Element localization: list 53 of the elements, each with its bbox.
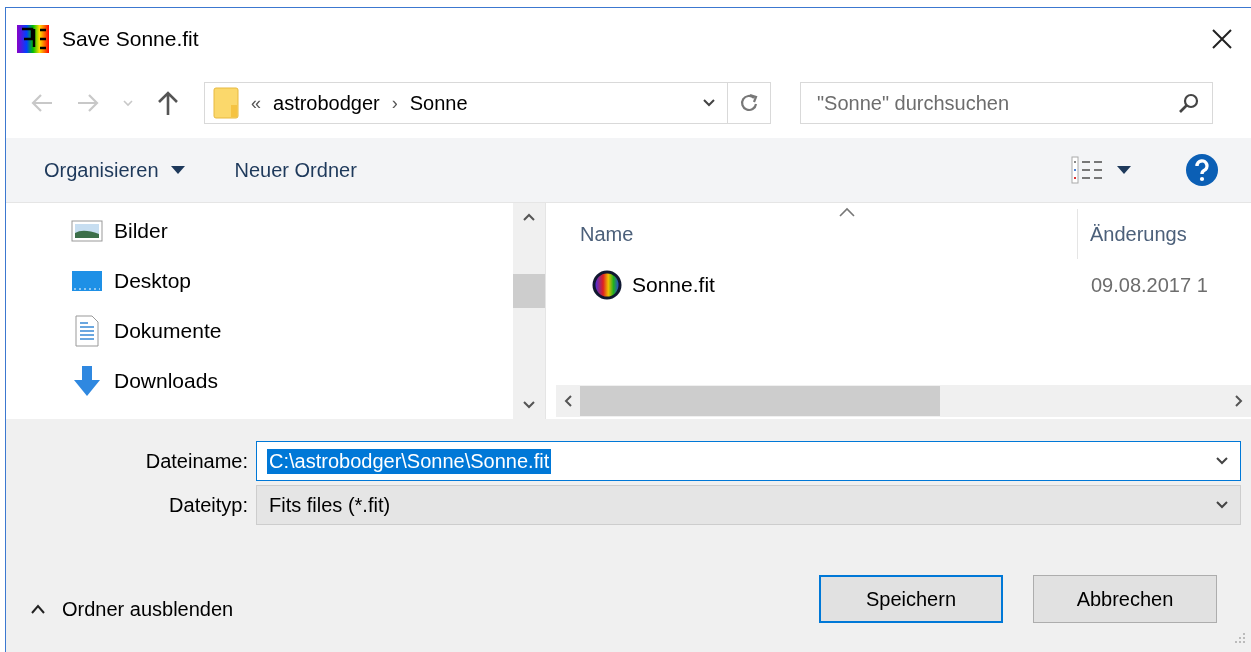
file-name[interactable]: Sonne.fit [632, 273, 715, 297]
modified-date: 09.08.2017 1 [1090, 273, 1208, 297]
dialog-button[interactable]: Speichern [819, 575, 1003, 623]
scroll-left-icon [562, 393, 574, 409]
sort-ascending-icon [838, 207, 856, 217]
sidebar-item[interactable]: Dokumente [70, 313, 228, 349]
breadcrumb[interactable]: astrobodger [273, 91, 380, 115]
new-folder-button[interactable]: Neuer Ordner [222, 152, 369, 188]
search-field[interactable]: "Sonne" durchsuchen [800, 82, 1213, 124]
caret-down-icon [170, 166, 185, 174]
chevron-down-icon [122, 97, 134, 109]
fits-file-icon [592, 270, 622, 300]
resize-grip-icon [1233, 631, 1247, 645]
up-arrow-icon [156, 90, 180, 116]
scroll-down-icon [521, 399, 537, 411]
refresh-icon [738, 92, 760, 114]
desktop-icon [71, 269, 103, 293]
window-title: Save Sonne.fit [62, 27, 200, 51]
caret-down-icon [1117, 166, 1131, 174]
scrollbar-thumb[interactable] [513, 274, 545, 308]
document-icon [74, 315, 100, 347]
column-header[interactable]: Änderungs [1078, 209, 1187, 259]
dialog-button[interactable]: Abbrechen [1033, 575, 1217, 623]
breadcrumb[interactable]: Sonne [409, 91, 468, 115]
horizontal-scrollbar[interactable] [556, 385, 1251, 417]
address-bar[interactable]: « astrobodger › Sonne [204, 82, 728, 124]
scroll-up-icon [521, 211, 537, 223]
sidebar-item[interactable]: Desktop [70, 263, 198, 299]
vertical-scrollbar[interactable] [513, 203, 545, 419]
picture-icon [71, 219, 103, 243]
help-icon [1185, 153, 1219, 187]
search-icon [1177, 91, 1201, 115]
organize-menu[interactable]: Organisieren [32, 152, 197, 188]
download-arrow-icon [71, 365, 103, 397]
breadcrumb-separator[interactable]: › [391, 92, 398, 114]
filename-field[interactable]: C:\astrobodger\Sonne\Sonne.fit [256, 441, 1241, 481]
scrollbar-thumb[interactable] [580, 386, 940, 416]
details-view-icon [1071, 156, 1105, 184]
close-icon [1211, 28, 1233, 50]
column-header[interactable]: Name [556, 209, 1078, 259]
overflow-chevron[interactable]: « [251, 92, 261, 114]
filetype-dropdown[interactable]: Fits files (*.fit) [256, 485, 1241, 525]
field-label: Dateityp: [168, 493, 249, 517]
sidebar-item[interactable]: Downloads [70, 363, 224, 399]
scroll-right-icon [1233, 393, 1245, 409]
folder-icon [213, 87, 239, 119]
app-icon [16, 24, 50, 54]
chevron-up-icon [30, 603, 46, 615]
hide-folders-button[interactable]: Ordner ausblenden [30, 597, 234, 621]
field-label: Dateiname: [144, 449, 249, 473]
sidebar-item[interactable]: Bilder [70, 213, 174, 249]
refresh-button[interactable] [728, 82, 771, 124]
filename-value: C:\astrobodger\Sonne\Sonne.fit [267, 448, 552, 474]
